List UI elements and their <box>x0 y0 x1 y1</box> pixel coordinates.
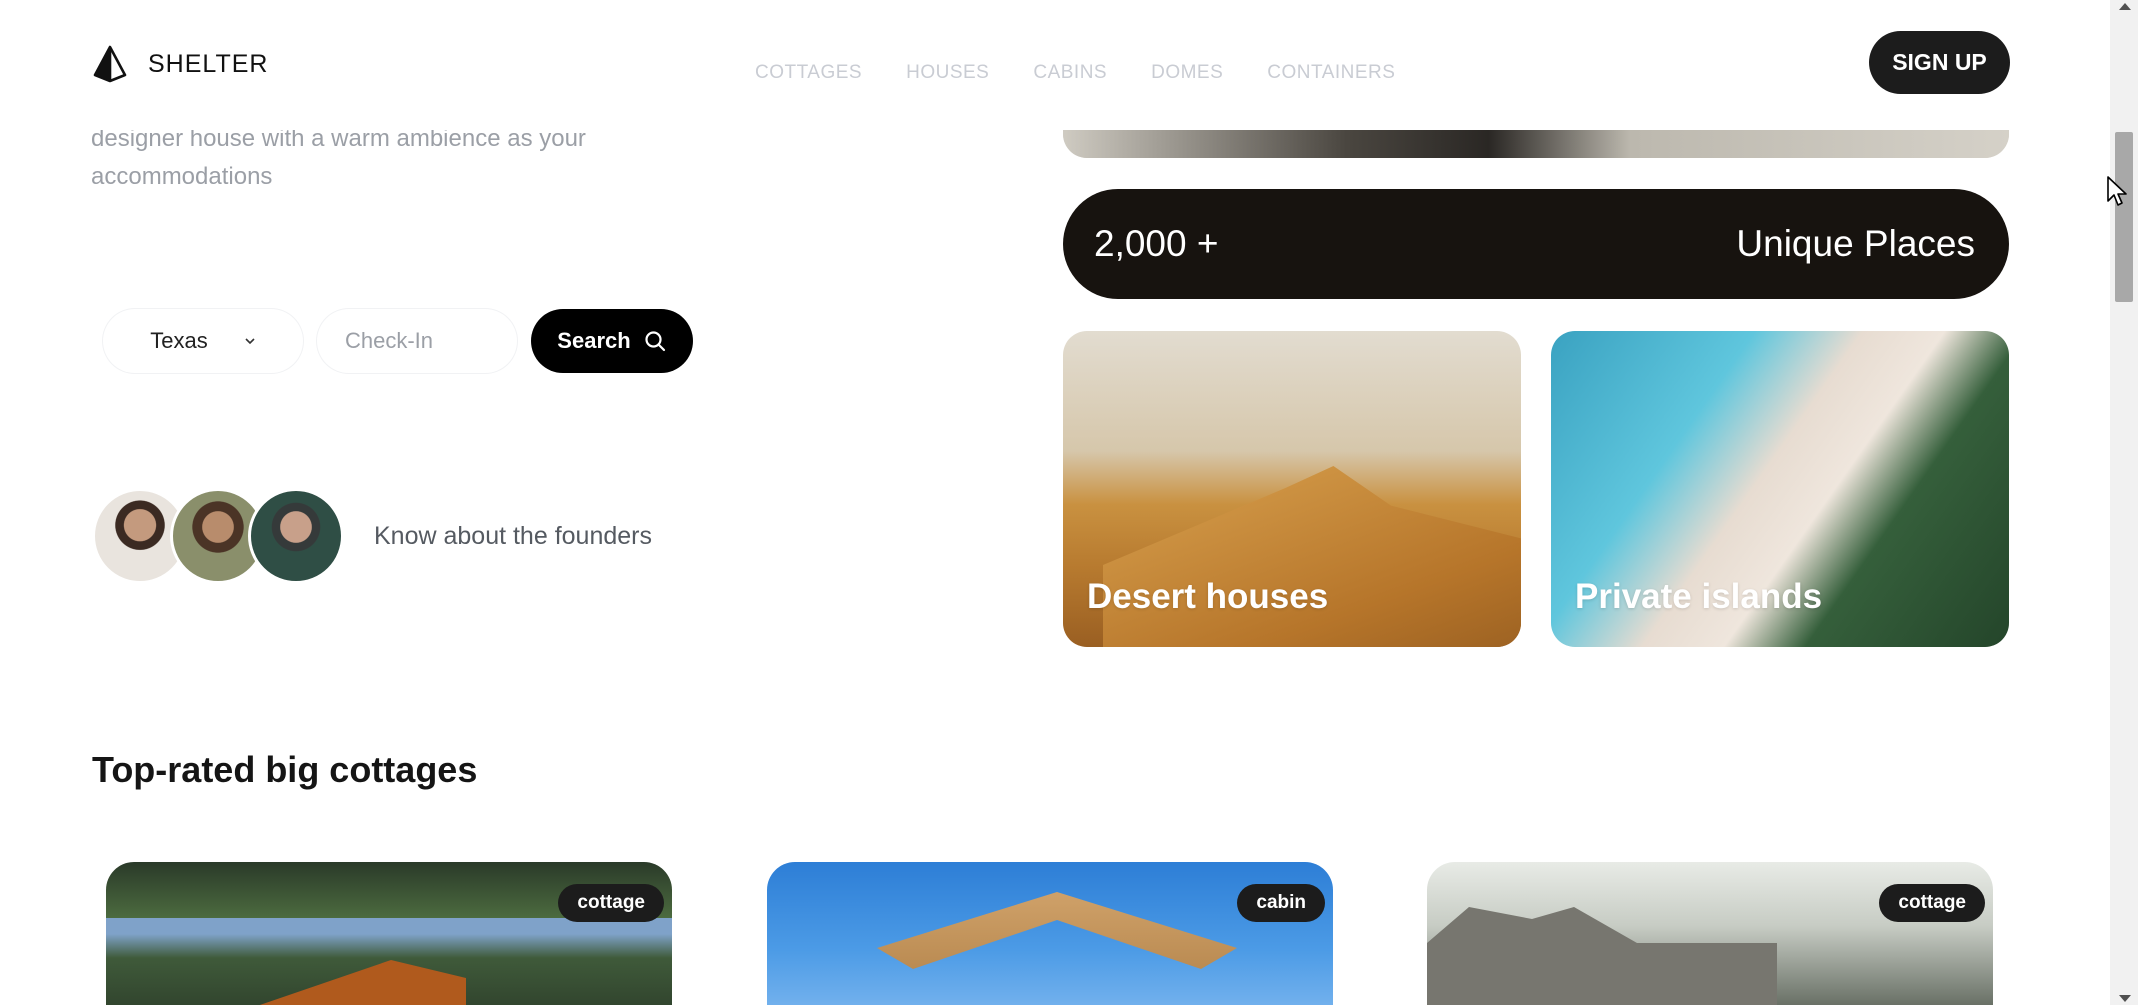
nav-cottages[interactable]: COTTAGES <box>755 62 862 84</box>
search-button[interactable]: Search <box>531 309 693 373</box>
sign-up-button[interactable]: SIGN UP <box>1869 31 2010 94</box>
scroll-up-arrow-icon[interactable] <box>2119 3 2131 10</box>
category-card-islands[interactable]: Private islands <box>1551 331 2009 647</box>
scroll-thumb[interactable] <box>2115 132 2133 302</box>
listing-card[interactable]: cottage <box>106 862 672 1005</box>
category-label: Desert houses <box>1087 577 1329 616</box>
listing-tag: cabin <box>1237 884 1325 922</box>
main-nav: COTTAGES HOUSES CABINS DOMES CONTAINERS <box>755 62 1395 84</box>
check-in-field[interactable]: Check-In <box>317 309 517 373</box>
category-card-desert[interactable]: Desert houses <box>1063 331 1521 647</box>
listing-tag: cottage <box>558 884 664 922</box>
nav-cabins[interactable]: CABINS <box>1033 62 1107 84</box>
location-value: Texas <box>150 328 208 353</box>
logo-text: SHELTER <box>148 49 269 78</box>
nav-domes[interactable]: DOMES <box>1151 62 1223 84</box>
founder-avatar <box>248 488 344 584</box>
check-in-placeholder: Check-In <box>345 328 434 353</box>
site-header: SHELTER COTTAGES HOUSES CABINS DOMES CON… <box>0 0 2110 130</box>
founders-link[interactable]: Know about the founders <box>374 522 652 551</box>
category-label: Private islands <box>1575 577 1823 616</box>
nav-houses[interactable]: HOUSES <box>906 62 989 84</box>
scroll-down-arrow-icon[interactable] <box>2119 995 2131 1002</box>
listing-card[interactable]: cabin <box>767 862 1333 1005</box>
stats-number: 2,000 + <box>1094 223 1219 264</box>
nav-containers[interactable]: CONTAINERS <box>1267 62 1395 84</box>
section-title: Top-rated big cottages <box>92 749 478 790</box>
search-button-label: Search <box>557 328 631 353</box>
hero-description: designer house with a warm ambience as y… <box>91 125 586 190</box>
shelter-logo-icon <box>93 45 127 83</box>
listing-card[interactable]: cottage <box>1427 862 1993 1005</box>
listing-tag: cottage <box>1879 884 1985 922</box>
founders-row[interactable]: Know about the founders <box>92 488 652 584</box>
stats-label: Unique Places <box>1736 223 1975 264</box>
stats-banner: 2,000 + Unique Places <box>1063 189 2009 299</box>
search-bar: Texas Check-In Search <box>103 309 693 373</box>
logo[interactable]: SHELTER <box>90 44 268 84</box>
location-select[interactable]: Texas <box>103 309 303 373</box>
mouse-cursor-icon <box>2107 176 2127 206</box>
search-icon <box>645 331 665 352</box>
vertical-scrollbar[interactable] <box>2110 0 2138 1005</box>
chevron-down-icon <box>245 338 255 345</box>
